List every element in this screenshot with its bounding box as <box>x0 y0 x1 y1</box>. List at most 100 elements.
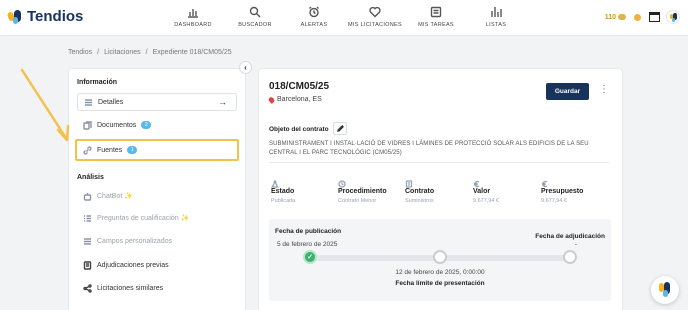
meta-procedimiento: Procedimiento Contrato Menor <box>338 175 408 204</box>
documents-icon <box>83 120 92 130</box>
nav-label: MIS TAREAS <box>418 22 454 28</box>
share-icon <box>83 283 92 293</box>
top-navbar: Tendios DASHBOARD BUSCADOR ALERTAS MIS L… <box>0 0 688 36</box>
sidebar-item-documentos[interactable]: Documentos 2 <box>77 116 237 134</box>
credits-value: 110 <box>604 13 616 21</box>
document-list-icon <box>83 260 92 270</box>
sidebar-item-label: Documentos <box>97 121 137 129</box>
nav-label: MIS LICITACIONES <box>348 22 402 28</box>
coins-icon <box>618 14 626 20</box>
breadcrumb-licitaciones[interactable]: Licitaciones <box>104 49 141 56</box>
nav-label: DASHBOARD <box>174 22 212 28</box>
meta-value: Contrato Menor <box>338 198 377 204</box>
clock-icon <box>338 175 346 188</box>
euro-icon <box>473 175 481 188</box>
count-badge: 2 <box>141 121 152 129</box>
sidebar-item-preguntas[interactable]: Preguntas de cualificación ✨ <box>77 209 237 227</box>
assistant-button[interactable] <box>651 276 679 304</box>
deadline-label: Fecha límite de presentación <box>395 280 485 287</box>
credits-counter[interactable]: 110 <box>605 14 626 21</box>
sidebar-item-label: Licitaciones similares <box>97 284 164 292</box>
adjudication-label: Fecha de adjudicación <box>535 233 605 240</box>
alarm-clock-icon <box>309 6 319 18</box>
list-chart-icon <box>491 7 502 17</box>
breadcrumb-separator: / <box>145 49 148 56</box>
robot-icon <box>83 192 92 201</box>
section-title-informacion: Información <box>77 79 118 86</box>
flask-icon <box>271 175 279 188</box>
sun-icon[interactable] <box>632 12 643 23</box>
meta-label: Estado <box>271 188 295 195</box>
more-options-icon[interactable]: ⋮ <box>599 85 609 95</box>
app-logo[interactable]: Tendios <box>6 8 84 25</box>
meta-value: 9.677,94 € <box>541 198 567 204</box>
bar-chart-icon <box>188 9 198 18</box>
divider <box>269 162 609 163</box>
meta-presupuesto: Presupuesto 9.677,94 € <box>541 175 611 204</box>
sparkle-icon: ✨ <box>180 215 190 222</box>
header-actions: 110 <box>605 10 680 24</box>
search-icon <box>249 6 261 18</box>
deadline-date: 12 de febrero de 2025, 0:00:00 <box>395 269 485 276</box>
breadcrumb-expediente: Expediente 018/CM05/25 <box>152 49 232 56</box>
document-icon <box>405 175 413 188</box>
checklist-icon <box>83 214 92 223</box>
sparkle-icon: ✨ <box>124 193 134 200</box>
nav-listas[interactable]: LISTAS <box>461 6 531 28</box>
publication-label: Fecha de publicación <box>275 228 342 235</box>
arrow-right-icon: → <box>218 97 227 107</box>
breadcrumb-tendios[interactable]: Tendios <box>68 49 92 56</box>
tender-detail-card: 018/CM05/25 Barcelona, ES Guardar ⋮ Obje… <box>258 68 623 310</box>
location-pin-icon <box>267 95 276 104</box>
edit-button[interactable] <box>333 122 347 135</box>
sidebar-item-label: Detalles <box>98 98 124 106</box>
avatar[interactable] <box>666 10 680 24</box>
meta-label: Presupuesto <box>541 188 584 195</box>
sidebar-item-label: ChatBot <box>97 192 123 200</box>
breadcrumb-separator: / <box>97 49 100 56</box>
meta-value: Publicada <box>271 198 296 204</box>
location: Barcelona, ES <box>267 95 322 104</box>
meta-label: Contrato <box>405 188 435 195</box>
euro-icon <box>541 175 549 188</box>
sidebar-item-detalles[interactable]: Detalles → <box>77 93 237 111</box>
nav-label: BUSCADOR <box>238 22 272 28</box>
meta-estado: Estado Publicada <box>271 175 341 204</box>
breadcrumb: Tendios / Licitaciones / Expediente 018/… <box>68 49 232 56</box>
adjudication-date: - <box>574 241 577 248</box>
meta-contrato: Contrato Suministros <box>405 175 475 204</box>
sidebar-item-label: Preguntas de cualificación <box>97 214 179 222</box>
meta-value: 9.677,94 € <box>473 198 499 204</box>
pencil-icon <box>336 125 344 132</box>
timeline: Fecha de publicación 5 de febrero de 202… <box>269 219 611 301</box>
detail-sidebar: Información Detalles → Documentos 2 Fuen… <box>68 68 246 310</box>
meta-label: Valor <box>473 188 491 195</box>
tendios-logo-icon <box>6 9 24 25</box>
collapse-sidebar-button[interactable]: ‹ <box>239 61 252 74</box>
timeline-node-deadline <box>433 250 447 264</box>
fields-icon <box>83 237 92 246</box>
nav-label: LISTAS <box>485 22 507 28</box>
window-icon[interactable] <box>649 12 660 22</box>
sidebar-item-chatbot[interactable]: ChatBot ✨ <box>77 187 237 205</box>
meta-label: Procedimiento <box>338 188 387 195</box>
app-name: Tendios <box>27 8 84 25</box>
object-label: Objeto del contrato <box>269 126 329 133</box>
nav-mis-licitaciones[interactable]: MIS LICITACIONES <box>340 6 410 28</box>
tasks-icon <box>430 6 442 18</box>
highlight-box <box>75 139 239 161</box>
section-title-analisis: Análisis <box>77 174 104 181</box>
save-button[interactable]: Guardar <box>546 83 589 100</box>
sidebar-item-adjudicaciones[interactable]: Adjudicaciones previas <box>77 256 237 274</box>
meta-value: Suministros <box>405 198 434 204</box>
object-text: SUBMINISTRAMENT I INSTAL·LACIÓ DE VIDRES… <box>269 141 589 156</box>
meta-valor: Valor 9.677,94 € <box>473 175 543 204</box>
nav-label: ALERTAS <box>300 22 328 28</box>
check-icon: ✓ <box>303 250 317 264</box>
sidebar-item-similares[interactable]: Licitaciones similares <box>77 279 237 297</box>
nav-alertas[interactable]: ALERTAS <box>279 6 349 28</box>
location-text: Barcelona, ES <box>277 96 322 103</box>
sidebar-item-label: Campos personalizados <box>97 237 173 245</box>
nav-dashboard[interactable]: DASHBOARD <box>158 6 228 28</box>
sidebar-item-campos[interactable]: Campos personalizados <box>77 232 237 250</box>
